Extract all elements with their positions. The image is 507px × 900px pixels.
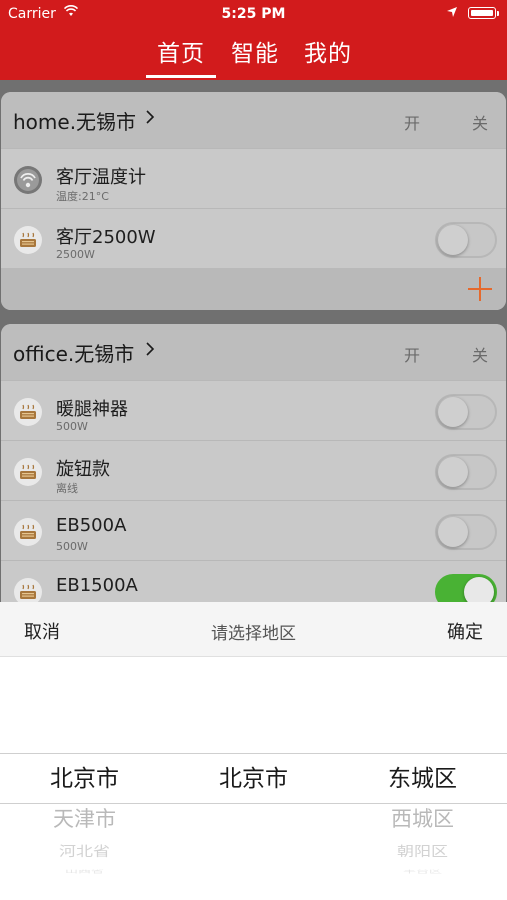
device-name: 暖腿神器: [56, 399, 128, 420]
heater-icon: [14, 458, 42, 486]
device-list: home.无锡市 开 关 客厅温度计 温度:21°C 客厅2500W 2500W…: [0, 80, 507, 602]
location-arrow-icon: [447, 7, 457, 17]
province-wheel[interactable]: 北京市 天津市 河北省 山西省: [0, 755, 169, 878]
tab-home[interactable]: 首页: [157, 34, 205, 68]
heater-icon: [14, 518, 42, 546]
status-time: 5:25 PM: [221, 6, 286, 22]
wheel-option: 天津市: [53, 807, 116, 831]
group-title: home.无锡市: [13, 110, 137, 134]
group-header[interactable]: office.无锡市 开 关: [1, 324, 506, 380]
wheel-option: 山西省: [64, 869, 104, 875]
top-bar: Carrier 5:25 PM 首页 智能 我的: [0, 0, 507, 80]
device-name: EB1500A: [56, 575, 138, 596]
add-device-bar: [1, 268, 506, 310]
wheel-option: 西城区: [391, 807, 454, 831]
battery-icon: [468, 7, 499, 19]
selected-option: 北京市: [219, 766, 288, 792]
device-name: 客厅温度计: [56, 167, 146, 188]
heater-icon: [14, 578, 42, 602]
group-header[interactable]: home.无锡市 开 关: [1, 92, 506, 148]
all-off-button[interactable]: 关: [472, 110, 488, 134]
toggle-knob: [464, 577, 494, 602]
device-row[interactable]: 暖腿神器 500W: [1, 380, 506, 440]
power-toggle[interactable]: [435, 222, 497, 258]
device-row[interactable]: 客厅2500W 2500W: [1, 208, 506, 268]
device-detail: 500W: [56, 420, 88, 433]
selected-option: 东城区: [388, 766, 457, 792]
thermometer-icon: [14, 166, 42, 194]
device-row[interactable]: 旋钮款 离线: [1, 440, 506, 500]
wheel-option: 丰台区: [402, 869, 442, 875]
heater-icon: [14, 398, 42, 426]
device-name: 旋钮款: [56, 459, 110, 480]
toggle-knob: [438, 517, 468, 547]
heater-icon: [14, 226, 42, 254]
chevron-right-icon: [146, 342, 155, 356]
power-toggle[interactable]: [435, 514, 497, 550]
status-bar: Carrier 5:25 PM: [0, 0, 507, 28]
device-name: EB500A: [56, 515, 127, 536]
device-row[interactable]: EB1500A: [1, 560, 506, 602]
group-card-office: office.无锡市 开 关 暖腿神器 500W 旋钮款 离线 EB500A 5…: [1, 324, 506, 602]
all-on-button[interactable]: 开: [404, 342, 420, 366]
device-row[interactable]: 客厅温度计 温度:21°C: [1, 148, 506, 208]
all-off-button[interactable]: 关: [472, 342, 488, 366]
region-picker: 取消 请选择地区 确定 北京市 天津市 河北省 山西省 北京市 东城区 西城区 …: [0, 602, 507, 900]
device-detail: 2500W: [56, 248, 95, 261]
active-tab-indicator: [146, 75, 216, 78]
tab-smart[interactable]: 智能: [231, 34, 279, 68]
picker-title: 请选择地区: [211, 624, 296, 644]
top-tabs: 首页 智能 我的: [0, 34, 507, 78]
city-wheel[interactable]: 北京市: [169, 755, 338, 803]
group-card-home: home.无锡市 开 关 客厅温度计 温度:21°C 客厅2500W 2500W: [1, 92, 506, 310]
device-row[interactable]: EB500A 500W: [1, 500, 506, 560]
all-on-button[interactable]: 开: [404, 110, 420, 134]
tab-mine[interactable]: 我的: [304, 34, 352, 68]
toggle-knob: [438, 225, 468, 255]
device-name: 客厅2500W: [56, 227, 156, 248]
power-toggle[interactable]: [435, 454, 497, 490]
district-wheel[interactable]: 东城区 西城区 朝阳区 丰台区: [338, 755, 507, 878]
device-detail: 离线: [56, 482, 78, 495]
confirm-button[interactable]: 确定: [447, 618, 483, 644]
wheel-option: 朝阳区: [397, 844, 448, 860]
plus-icon[interactable]: [467, 276, 493, 302]
picker-toolbar: 取消 请选择地区 确定: [0, 602, 507, 657]
chevron-right-icon: [146, 110, 155, 124]
selection-line-top: [0, 753, 507, 754]
group-title: office.无锡市: [13, 342, 135, 366]
power-toggle[interactable]: [435, 574, 497, 602]
device-detail: 温度:21°C: [56, 190, 109, 203]
toggle-knob: [438, 457, 468, 487]
device-detail: 500W: [56, 540, 88, 553]
power-toggle[interactable]: [435, 394, 497, 430]
selected-option: 北京市: [50, 766, 119, 792]
toggle-knob: [438, 397, 468, 427]
wheel-option: 河北省: [59, 844, 110, 860]
